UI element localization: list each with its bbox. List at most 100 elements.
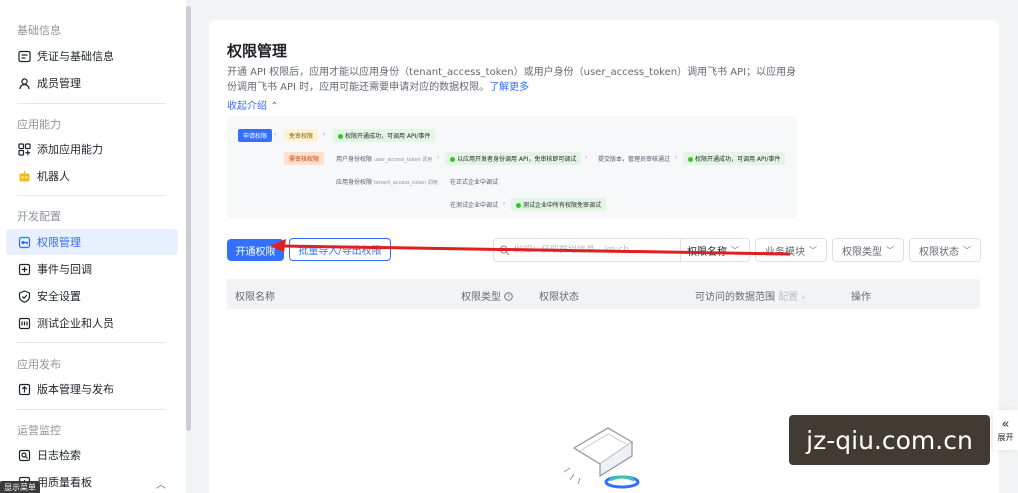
sidebar-item-label: 事件与回调 xyxy=(37,263,92,276)
column-actions: 操作 xyxy=(851,292,871,303)
filter-permission-status[interactable]: 权限状态 ﹀ xyxy=(909,238,981,262)
check-circle-icon xyxy=(516,203,521,208)
flow-node-dev-debug: 以应用开发者身份调用 API，免审核即可调试 xyxy=(445,152,582,165)
flow-node-tenant-perm: 应用身份权限 tenant_access_token 调用 xyxy=(331,175,443,188)
sidebar-item-label: 日志检索 xyxy=(37,449,81,462)
column-permission-name: 权限名称 xyxy=(235,292,275,303)
shield-icon xyxy=(17,289,31,303)
sidebar-item-label: 版本管理与发布 xyxy=(37,383,114,396)
sidebar-group-basic-info: 基础信息 xyxy=(17,24,61,37)
table-header: 权限名称 权限类型 ? 权限状态 可访问的数据范围 配置 › 操作 xyxy=(227,279,980,309)
chevron-down-icon: ﹀ xyxy=(963,245,971,255)
flow-node-sublabel: user_access_token 调用 xyxy=(373,157,433,163)
sidebar-item-add-capability[interactable]: 添加应用能力 xyxy=(6,136,178,162)
flow-node-sublabel: tenant_access_token 调用 xyxy=(373,180,438,186)
column-permission-type: 权限类型 ? xyxy=(461,288,513,303)
collapse-intro-link[interactable]: 收起介绍 ⌃ xyxy=(227,97,279,112)
chevron-down-icon: ﹀ xyxy=(886,245,894,255)
expand-label: 展开 xyxy=(997,432,1014,442)
credential-icon xyxy=(17,49,31,63)
grid-add-icon xyxy=(17,142,31,156)
key-icon xyxy=(17,235,31,249)
column-label: 可访问的数据范围 xyxy=(695,292,775,303)
sidebar-item-credentials[interactable]: 凭证与基础信息 xyxy=(6,43,178,69)
check-circle-icon xyxy=(688,157,693,162)
expand-panel-button[interactable]: « 展开 xyxy=(993,410,1018,450)
sidebar-group-monitoring: 运营监控 xyxy=(17,424,61,437)
sidebar-item-test-tenants[interactable]: 测试企业和人员 xyxy=(6,310,178,336)
sidebar-item-logs[interactable]: 日志检索 xyxy=(6,442,178,468)
configure-label: 配置 xyxy=(778,292,799,303)
flow-node-label: 权限开通成功，可调用 API/事件 xyxy=(695,156,781,163)
flow-node-need-review: 需审核权限 xyxy=(284,152,325,165)
sidebar-item-versions[interactable]: 版本管理与发布 xyxy=(6,376,178,402)
sidebar-item-permissions[interactable]: 权限管理 xyxy=(6,229,178,255)
flow-node-success-1: 权限开通成功，可调用 API/事件 xyxy=(333,129,436,142)
column-data-scope: 可访问的数据范围 配置 › xyxy=(695,288,805,303)
chevron-down-icon: ﹀ xyxy=(809,245,817,255)
sidebar: 基础信息 凭证与基础信息 成员管理 应用能力 添加应用能力 机器人 开发配置 权… xyxy=(0,0,186,493)
event-icon xyxy=(17,262,31,276)
empty-state-illustration xyxy=(563,427,640,489)
sidebar-item-label: 添加应用能力 xyxy=(37,143,103,156)
collapse-label: 收起介绍 xyxy=(227,101,267,112)
flow-node-user-perm: 用户身份权限 user_access_token 调用 xyxy=(331,152,437,165)
configure-link[interactable]: 配置 › xyxy=(778,292,805,303)
upload-icon xyxy=(17,382,31,396)
sidebar-divider xyxy=(17,103,166,104)
flow-node-label: 测试企业中所有权限免审调试 xyxy=(523,202,602,209)
flow-node-label: 权限开通成功，可调用 API/事件 xyxy=(345,133,431,140)
check-circle-icon xyxy=(450,157,455,162)
arrow-right-icon: › xyxy=(585,154,588,161)
sidebar-item-bot[interactable]: 机器人 xyxy=(6,163,178,189)
column-permission-status: 权限状态 xyxy=(539,292,579,303)
sidebar-item-members[interactable]: 成员管理 xyxy=(6,70,178,96)
filter-label: 权限状态 xyxy=(919,246,959,258)
arrow-right-icon: › xyxy=(323,131,326,138)
sidebar-item-label: 成员管理 xyxy=(37,77,81,90)
arrow-right-icon: › xyxy=(503,200,506,207)
user-icon xyxy=(17,76,31,90)
arrow-right-icon: › xyxy=(437,154,440,161)
arrow-right-icon: › xyxy=(274,131,277,138)
flow-node-prod-debug: 在正式企业中调试 xyxy=(450,179,499,186)
filter-label: 权限类型 xyxy=(842,246,882,258)
flow-node-submit: 提交版本，管理员审核通过 xyxy=(598,156,671,163)
arrow-right-icon: › xyxy=(675,154,678,161)
watermark: jz-qiu.com.cn xyxy=(789,415,990,465)
sidebar-item-events[interactable]: 事件与回调 xyxy=(6,256,178,282)
sidebar-group-dev-config: 开发配置 xyxy=(17,210,61,223)
learn-more-link[interactable]: 了解更多 xyxy=(489,82,529,93)
chevron-up-icon[interactable]: ︿ xyxy=(156,476,166,491)
robot-icon xyxy=(17,169,31,183)
help-icon[interactable]: ? xyxy=(504,292,513,303)
sidebar-item-label: 机器人 xyxy=(37,170,70,183)
flow-node-success-2: 权限开通成功，可调用 API/事件 xyxy=(683,152,786,165)
sidebar-group-capabilities: 应用能力 xyxy=(17,118,61,131)
page-title: 权限管理 xyxy=(227,42,288,60)
show-menu-tooltip: 显示菜单 xyxy=(0,481,40,493)
log-icon xyxy=(17,448,31,462)
sidebar-divider xyxy=(17,342,166,343)
sidebar-item-label: 测试企业和人员 xyxy=(37,317,114,330)
page-description: 开通 API 权限后，应用才能以应用身份（tenant_access_token… xyxy=(227,65,797,95)
sidebar-group-release: 应用发布 xyxy=(17,358,61,371)
flow-node-apply: 申请权限 xyxy=(238,129,273,142)
test-icon xyxy=(17,316,31,330)
sidebar-scrollbar[interactable] xyxy=(186,6,191,431)
flow-node-label: 以应用开发者身份调用 API，免审核即可调试 xyxy=(457,156,577,163)
sidebar-item-label: 凭证与基础信息 xyxy=(37,50,114,63)
flow-node-auto-approve: 免审权限 xyxy=(284,129,319,142)
sidebar-divider xyxy=(17,195,166,196)
flow-node-test-free: 测试企业中所有权限免审调试 xyxy=(511,198,607,211)
sidebar-divider xyxy=(17,409,166,410)
sidebar-item-label: 安全设置 xyxy=(37,290,81,303)
svg-text:?: ? xyxy=(507,295,510,301)
flow-node-label: 用户身份权限 xyxy=(336,156,373,163)
flow-node-test-debug: 在测试企业中调试 xyxy=(450,202,499,209)
filter-permission-type[interactable]: 权限类型 ﹀ xyxy=(832,238,904,262)
permission-flow-diagram: 申请权限 › 免审权限 › 权限开通成功，可调用 API/事件 需审核权限 用户… xyxy=(227,116,797,218)
flow-node-label: 应用身份权限 xyxy=(336,179,373,186)
annotation-arrow xyxy=(270,239,790,256)
sidebar-item-security[interactable]: 安全设置 xyxy=(6,283,178,309)
